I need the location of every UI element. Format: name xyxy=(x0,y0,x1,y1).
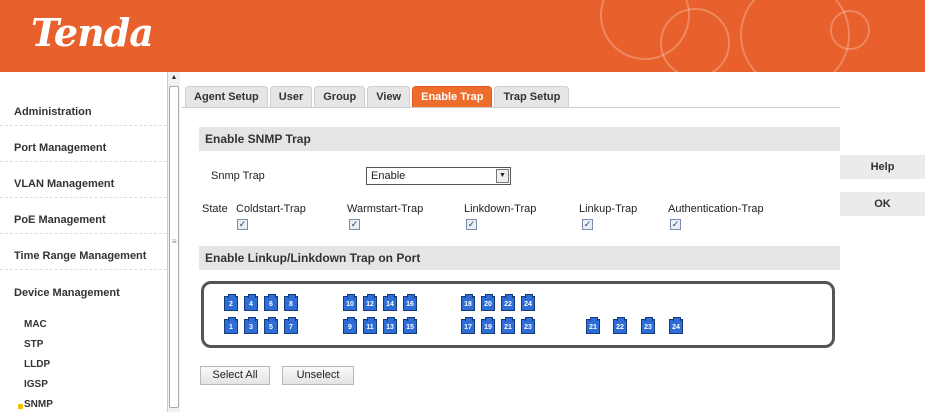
linkup-trap-checkbox[interactable]: ✓ xyxy=(582,219,593,230)
port-23-icon[interactable]: 23 xyxy=(521,317,535,334)
unselect-button[interactable]: Unselect xyxy=(282,366,354,385)
linkup-trap-label: Linkup-Trap xyxy=(579,203,638,215)
linkdown-trap-label: Linkdown-Trap xyxy=(464,203,537,215)
port-21-icon[interactable]: 21 xyxy=(501,317,515,334)
port-10-icon[interactable]: 10 xyxy=(343,294,357,311)
tab-bar: Agent Setup User Group View Enable Trap … xyxy=(185,86,570,107)
snmp-trap-label: Snmp Trap xyxy=(211,170,265,182)
header-decoration xyxy=(830,10,870,50)
sidebar-subitem-mac[interactable]: MAC xyxy=(24,319,47,330)
port-23-icon[interactable]: 23 xyxy=(641,317,655,334)
tab-user[interactable]: User xyxy=(269,86,313,107)
sidebar-subitem-igsp[interactable]: IGSP xyxy=(24,379,48,390)
tab-enable-trap[interactable]: Enable Trap xyxy=(412,86,493,107)
scroll-up-icon[interactable]: ▲ xyxy=(168,72,180,84)
sidebar-item-port-management[interactable]: Port Management xyxy=(0,126,167,162)
help-button[interactable]: Help xyxy=(840,155,925,179)
tab-view[interactable]: View xyxy=(367,86,411,107)
port-15-icon[interactable]: 15 xyxy=(403,317,417,334)
port-18-icon[interactable]: 18 xyxy=(461,294,475,311)
select-all-button[interactable]: Select All xyxy=(200,366,270,385)
chevron-down-icon[interactable]: ▼ xyxy=(496,169,509,183)
snmp-trap-select[interactable]: Enable ▼ xyxy=(366,167,511,185)
scroll-thumb[interactable]: ≡ xyxy=(169,86,179,408)
port-24-icon[interactable]: 24 xyxy=(521,294,535,311)
port-3-icon[interactable]: 3 xyxy=(244,317,258,334)
port-20-icon[interactable]: 20 xyxy=(481,294,495,311)
tab-divider xyxy=(182,107,840,108)
sidebar-item-vlan-management[interactable]: VLAN Management xyxy=(0,162,167,198)
authentication-trap-label: Authentication-Trap xyxy=(668,203,764,215)
ok-button[interactable]: OK xyxy=(840,192,925,216)
port-5-icon[interactable]: 5 xyxy=(264,317,278,334)
sidebar-item-time-range-management[interactable]: Time Range Management xyxy=(0,234,167,270)
sidebar-subitem-stp[interactable]: STP xyxy=(24,339,43,350)
port-22-icon[interactable]: 22 xyxy=(613,317,627,334)
active-indicator-icon xyxy=(18,404,23,409)
port-12-icon[interactable]: 12 xyxy=(363,294,377,311)
warmstart-trap-checkbox[interactable]: ✓ xyxy=(349,219,360,230)
warmstart-trap-label: Warmstart-Trap xyxy=(347,203,424,215)
sidebar-item-poe-management[interactable]: PoE Management xyxy=(0,198,167,234)
port-22-icon[interactable]: 22 xyxy=(501,294,515,311)
authentication-trap-checkbox[interactable]: ✓ xyxy=(670,219,681,230)
port-19-icon[interactable]: 19 xyxy=(481,317,495,334)
coldstart-trap-checkbox[interactable]: ✓ xyxy=(237,219,248,230)
state-label: State xyxy=(202,203,228,215)
linkdown-trap-checkbox[interactable]: ✓ xyxy=(466,219,477,230)
port-7-icon[interactable]: 7 xyxy=(284,317,298,334)
port-21-icon[interactable]: 21 xyxy=(586,317,600,334)
port-17-icon[interactable]: 17 xyxy=(461,317,475,334)
sidebar: Administration Port Management VLAN Mana… xyxy=(0,72,167,412)
port-24-icon[interactable]: 24 xyxy=(669,317,683,334)
port-8-icon[interactable]: 8 xyxy=(284,294,298,311)
port-11-icon[interactable]: 11 xyxy=(363,317,377,334)
port-9-icon[interactable]: 9 xyxy=(343,317,357,334)
port-13-icon[interactable]: 13 xyxy=(383,317,397,334)
sidebar-item-administration[interactable]: Administration xyxy=(0,90,167,126)
port-panel xyxy=(201,281,835,348)
header-bar: Tenda xyxy=(0,0,925,72)
sidebar-subitem-snmp[interactable]: SNMP xyxy=(10,399,53,410)
tab-agent-setup[interactable]: Agent Setup xyxy=(185,86,268,107)
port-4-icon[interactable]: 4 xyxy=(244,294,258,311)
sidebar-scrollbar[interactable]: ▲ ≡ xyxy=(167,72,180,412)
section-enable-snmp-trap-title: Enable SNMP Trap xyxy=(199,127,840,151)
tab-group[interactable]: Group xyxy=(314,86,366,107)
port-1-icon[interactable]: 1 xyxy=(224,317,238,334)
tenda-logo: Tenda xyxy=(31,10,154,55)
grip-icon: ≡ xyxy=(172,237,177,246)
coldstart-trap-label: Coldstart-Trap xyxy=(236,203,306,215)
tab-trap-setup[interactable]: Trap Setup xyxy=(494,86,570,107)
port-2-icon[interactable]: 2 xyxy=(224,294,238,311)
header-decoration xyxy=(660,8,730,72)
sidebar-subitem-lldp[interactable]: LLDP xyxy=(24,359,50,370)
port-14-icon[interactable]: 14 xyxy=(383,294,397,311)
port-6-icon[interactable]: 6 xyxy=(264,294,278,311)
sidebar-item-device-management[interactable]: Device Management xyxy=(0,270,167,306)
port-16-icon[interactable]: 16 xyxy=(403,294,417,311)
section-linkup-linkdown-title: Enable Linkup/Linkdown Trap on Port xyxy=(199,246,840,270)
